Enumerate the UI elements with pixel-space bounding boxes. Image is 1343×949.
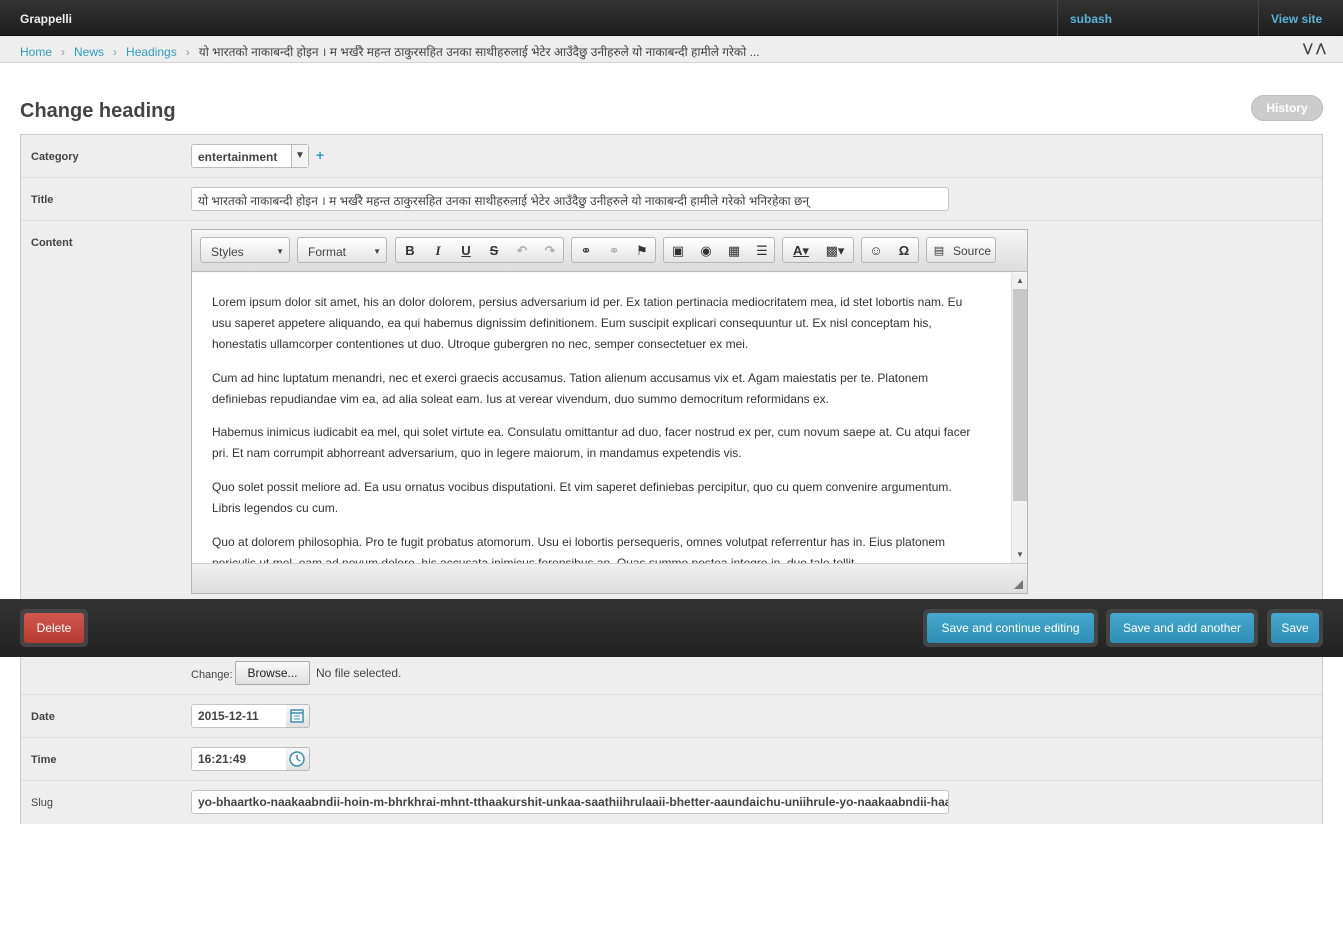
background-color-icon[interactable]: ▩▾ bbox=[820, 241, 850, 261]
time-input[interactable]: 16:21:49 bbox=[191, 747, 287, 771]
image-row: Change: Browse... No file selected. bbox=[21, 657, 1322, 695]
editor-content[interactable]: Lorem ipsum dolor sit amet, his an dolor… bbox=[192, 273, 1027, 563]
expand-all-icon[interactable]: ⋁ bbox=[1303, 41, 1316, 55]
source-label: Source bbox=[953, 244, 992, 258]
slug-row: Slug yo-bhaartko-naakaabndii-hoin-m-bhrk… bbox=[21, 781, 1322, 824]
scrollbar-thumb[interactable] bbox=[1013, 289, 1027, 501]
rich-text-editor: Styles ▼ Format ▼ B I U S ↶ ↷ ⚭ ⚭ ⚑ ▣ ◉ ▦ bbox=[191, 229, 1028, 594]
slug-label: Slug bbox=[31, 797, 54, 809]
resize-grip-icon[interactable] bbox=[1014, 580, 1023, 589]
browse-button[interactable]: Browse... bbox=[235, 661, 310, 685]
breadcrumb-headings[interactable]: Headings bbox=[126, 45, 177, 59]
flash-icon[interactable]: ◉ bbox=[695, 241, 717, 261]
link-icon[interactable]: ⚭ bbox=[575, 241, 597, 261]
unlink-icon[interactable]: ⚭ bbox=[603, 241, 625, 261]
change-form: Category entertainment ▼ + Title यो भारत… bbox=[20, 134, 1323, 824]
image-icon[interactable]: ▣ bbox=[667, 241, 689, 261]
content-paragraph: Lorem ipsum dolor sit amet, his an dolor… bbox=[212, 295, 963, 351]
strikethrough-icon[interactable]: S bbox=[483, 241, 505, 261]
anchor-flag-icon[interactable]: ⚑ bbox=[631, 241, 653, 261]
table-icon[interactable]: ▦ bbox=[723, 241, 745, 261]
bold-icon[interactable]: B bbox=[399, 241, 421, 261]
editor-scrollbar[interactable]: ▲ ▼ bbox=[1011, 273, 1027, 563]
user-name[interactable]: subash bbox=[1070, 12, 1112, 26]
submit-row: Delete Save and continue editing Save an… bbox=[0, 599, 1343, 657]
delete-button-wrap: Delete bbox=[20, 609, 88, 647]
dropdown-arrow-icon: ▼ bbox=[373, 247, 381, 256]
content-paragraph: Habemus inimicus iudicabit ea mel, qui s… bbox=[212, 425, 971, 460]
clock-icon[interactable] bbox=[286, 747, 310, 771]
slug-input[interactable]: yo-bhaartko-naakaabndii-hoin-m-bhrkhrai-… bbox=[191, 790, 949, 814]
text-style-group: B I U S ↶ ↷ bbox=[395, 237, 564, 263]
collapse-all-icon[interactable]: ⋀ bbox=[1316, 41, 1329, 55]
chevron-right-icon: › bbox=[61, 45, 66, 59]
delete-button[interactable]: Delete bbox=[24, 613, 84, 643]
page-title: Change heading bbox=[20, 100, 176, 122]
horizontal-rule-icon[interactable]: ☰ bbox=[751, 241, 773, 261]
content-paragraph: Quo at dolorem philosophia. Pro te fugit… bbox=[212, 535, 946, 563]
special-char-icon[interactable]: Ω bbox=[893, 241, 915, 261]
date-row: Date 2015-12-11 bbox=[21, 695, 1322, 738]
source-icon: ▤ bbox=[933, 245, 945, 257]
user-menu[interactable]: subash bbox=[1057, 0, 1259, 36]
category-label: Category bbox=[31, 151, 79, 163]
styles-label: Styles bbox=[211, 245, 244, 259]
date-input[interactable]: 2015-12-11 bbox=[191, 704, 287, 728]
breadcrumb-home[interactable]: Home bbox=[20, 45, 52, 59]
save-continue-wrap: Save and continue editing bbox=[923, 609, 1098, 647]
undo-icon[interactable]: ↶ bbox=[511, 241, 533, 261]
chevron-down-icon: ▼ bbox=[291, 145, 308, 167]
scroll-up-icon[interactable]: ▲ bbox=[1012, 273, 1028, 289]
change-file-label: Change: bbox=[191, 669, 233, 681]
redo-icon[interactable]: ↷ bbox=[539, 241, 561, 261]
italic-icon[interactable]: I bbox=[427, 241, 449, 261]
save-add-another-button[interactable]: Save and add another bbox=[1110, 613, 1254, 643]
smiley-icon[interactable]: ☺ bbox=[865, 241, 887, 261]
format-label: Format bbox=[308, 245, 347, 259]
breadcrumb-news[interactable]: News bbox=[74, 45, 104, 59]
content-label: Content bbox=[31, 237, 73, 249]
calendar-icon[interactable] bbox=[286, 704, 310, 728]
top-header: Grappelli subash View site bbox=[0, 0, 1343, 36]
chevron-right-icon: › bbox=[185, 45, 190, 59]
category-select[interactable]: entertainment ▼ bbox=[191, 144, 309, 168]
time-row: Time 16:21:49 bbox=[21, 738, 1322, 781]
view-site-link[interactable]: View site bbox=[1271, 12, 1322, 26]
content-paragraph: Cum ad hinc luptatum menandri, nec et ex… bbox=[212, 371, 929, 406]
dropdown-arrow-icon: ▼ bbox=[276, 247, 284, 256]
link-group: ⚭ ⚭ ⚑ bbox=[571, 237, 656, 263]
scroll-down-icon[interactable]: ▼ bbox=[1012, 547, 1028, 563]
title-row: Title यो भारतको नाकाबन्दी होइन । म भर्खर… bbox=[21, 178, 1322, 221]
time-label: Time bbox=[31, 754, 57, 766]
styles-dropdown[interactable]: Styles ▼ bbox=[200, 237, 290, 263]
save-continue-button[interactable]: Save and continue editing bbox=[927, 613, 1094, 643]
content-paragraph: Quo solet possit meliore ad. Ea usu orna… bbox=[212, 480, 952, 515]
text-color-icon[interactable]: A▾ bbox=[786, 241, 816, 261]
no-file-text: No file selected. bbox=[316, 666, 402, 680]
source-button[interactable]: ▤ Source bbox=[926, 237, 996, 263]
color-group: A▾ ▩▾ bbox=[782, 237, 854, 263]
category-value: entertainment bbox=[198, 150, 278, 164]
save-wrap: Save bbox=[1267, 609, 1323, 647]
save-button[interactable]: Save bbox=[1271, 613, 1319, 643]
save-add-wrap: Save and add another bbox=[1106, 609, 1258, 647]
underline-icon[interactable]: U bbox=[455, 241, 477, 261]
history-button[interactable]: History bbox=[1251, 95, 1323, 121]
breadcrumb: Home › News › Headings › यो भारतको नाकाबन्दी ह… bbox=[0, 36, 1343, 63]
add-category-icon[interactable]: + bbox=[316, 147, 324, 163]
editor-statusbar bbox=[192, 563, 1027, 593]
date-label: Date bbox=[31, 711, 55, 723]
title-input[interactable]: यो भारतको नाकाबन्दी होइन । म भर्खरै महन्… bbox=[191, 187, 949, 211]
chevron-right-icon: › bbox=[113, 45, 118, 59]
title-label: Title bbox=[31, 194, 54, 206]
category-row: Category entertainment ▼ + bbox=[21, 135, 1322, 178]
breadcrumb-current: यो भारतको नाकाबन्दी होइन । म भर्खरै महन्… bbox=[198, 45, 760, 59]
format-dropdown[interactable]: Format ▼ bbox=[297, 237, 387, 263]
insert-group: ▣ ◉ ▦ ☰ bbox=[663, 237, 775, 263]
symbols-group: ☺ Ω bbox=[861, 237, 919, 263]
editor-toolbar: Styles ▼ Format ▼ B I U S ↶ ↷ ⚭ ⚭ ⚑ ▣ ◉ ▦ bbox=[192, 230, 1027, 272]
brand-title: Grappelli bbox=[20, 12, 73, 26]
